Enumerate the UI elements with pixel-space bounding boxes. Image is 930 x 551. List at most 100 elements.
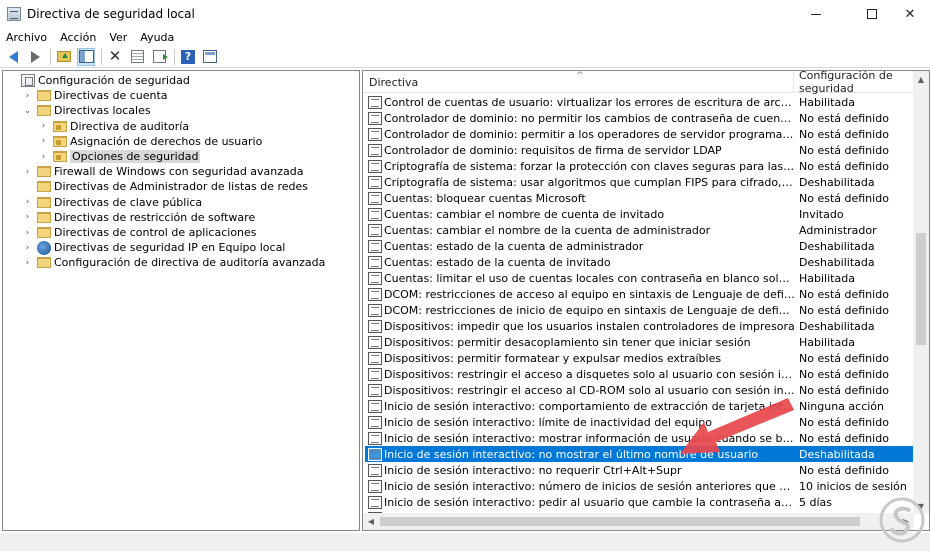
policy-name: Dispositivos: permitir formatear y expul… xyxy=(384,351,722,365)
table-row[interactable]: Inicio de sesión interactivo: no requeri… xyxy=(365,462,914,478)
properties-icon xyxy=(130,50,144,63)
scroll-right-icon[interactable]: ▶ xyxy=(898,513,914,530)
table-row[interactable]: Criptografía de sistema: usar algoritmos… xyxy=(365,174,914,190)
table-row[interactable]: Dispositivos: permitir desacoplamiento s… xyxy=(365,334,914,350)
policy-name: Controlador de dominio: no permitir los … xyxy=(384,111,795,125)
table-row[interactable]: Cuentas: limitar el uso de cuentas local… xyxy=(365,270,914,286)
table-row[interactable]: Inicio de sesión interactivo: número de … xyxy=(365,478,914,494)
table-row[interactable]: Inicio de sesión interactivo: comportami… xyxy=(365,398,914,414)
table-row[interactable]: Criptografía de sistema: forzar la prote… xyxy=(365,158,914,174)
policy-setting: No está definido xyxy=(799,383,889,397)
menu-ver[interactable]: Ver xyxy=(109,31,127,44)
help-button[interactable]: ? xyxy=(179,48,197,66)
table-row[interactable]: Cuentas: estado de la cuenta de administ… xyxy=(365,238,914,254)
chevron-right-icon[interactable]: › xyxy=(23,255,32,270)
table-row[interactable]: Dispositivos: restringir el acceso al CD… xyxy=(365,382,914,398)
close-button[interactable]: ✕ xyxy=(887,0,930,28)
tree-item[interactable]: › Directivas de control de aplicaciones xyxy=(23,225,257,240)
table-row[interactable]: Controlador de dominio: permitir a los o… xyxy=(365,126,914,142)
policy-name: Inicio de sesión interactivo: mostrar in… xyxy=(384,431,795,445)
policy-setting: No está definido xyxy=(799,431,889,445)
chevron-right-icon[interactable]: › xyxy=(23,225,32,240)
policy-name: Criptografía de sistema: forzar la prote… xyxy=(384,159,795,173)
table-row[interactable]: Inicio de sesión interactivo: no mostrar… xyxy=(365,446,914,462)
table-row[interactable]: Inicio de sesión interactivo: pedir al u… xyxy=(365,494,914,510)
tree-item[interactable]: › Opciones de seguridad xyxy=(39,149,201,164)
table-row[interactable]: DCOM: restricciones de acceso al equipo … xyxy=(365,286,914,302)
table-row[interactable]: Dispositivos: restringir el acceso a dis… xyxy=(365,366,914,382)
chevron-right-icon[interactable]: › xyxy=(39,119,48,134)
scroll-up-icon[interactable]: ▲ xyxy=(913,71,929,87)
chevron-right-icon[interactable]: › xyxy=(39,134,48,149)
delete-button[interactable]: ✕ xyxy=(106,48,124,66)
policy-icon xyxy=(368,431,382,445)
tree-item[interactable]: ⌄ Directivas locales xyxy=(23,103,151,118)
policy-name: Cuentas: estado de la cuenta de administ… xyxy=(384,239,644,253)
table-row[interactable]: Control de cuentas de usuario: virtualiz… xyxy=(365,94,914,110)
folder-icon xyxy=(37,181,51,193)
up-one-level-button[interactable] xyxy=(55,48,73,66)
horizontal-scroll-thumb[interactable] xyxy=(380,517,860,526)
policy-setting: Habilitada xyxy=(799,271,855,285)
chevron-right-icon[interactable]: › xyxy=(39,149,48,164)
horizontal-scrollbar[interactable]: ◀ ▶ xyxy=(363,513,914,530)
table-row[interactable]: Cuentas: estado de la cuenta de invitado… xyxy=(365,254,914,270)
policy-icon xyxy=(368,463,382,477)
tree-item[interactable]: › Directivas de clave pública xyxy=(23,195,203,210)
minimize-button[interactable] xyxy=(793,0,839,28)
properties-button[interactable] xyxy=(128,48,146,66)
policy-icon xyxy=(368,351,382,365)
menu-archivo[interactable]: Archivo xyxy=(6,31,47,44)
policy-name: Cuentas: cambiar el nombre de la cuenta … xyxy=(384,223,711,237)
export-list-icon xyxy=(152,50,168,63)
tree-item[interactable]: Directivas de Administrador de listas de… xyxy=(23,179,308,194)
tree-item[interactable]: › Directivas de seguridad IP en Equipo lo… xyxy=(23,240,285,255)
column-header-setting[interactable]: Configuración de seguridad xyxy=(794,71,914,95)
console-tree[interactable]: Configuración de seguridad › Directivas de… xyxy=(2,70,360,531)
tree-item[interactable]: › Directivas de restricción de software xyxy=(23,210,256,225)
tree-item[interactable]: › Directiva de auditoría xyxy=(39,119,189,134)
table-row[interactable]: Cuentas: bloquear cuentas Microsoft No es… xyxy=(365,190,914,206)
vertical-scrollbar[interactable]: ▲ ▼ xyxy=(913,71,929,514)
show-console-button[interactable] xyxy=(201,48,219,66)
tree-item-label: Directivas de restricción de software xyxy=(54,210,256,224)
scroll-left-icon[interactable]: ◀ xyxy=(363,513,379,530)
tree-item-label: Configuración de seguridad xyxy=(38,74,190,87)
policy-setting: No está definido xyxy=(799,287,889,301)
chevron-down-icon[interactable]: ⌄ xyxy=(23,103,32,118)
table-row[interactable]: DCOM: restricciones de inicio de equipo … xyxy=(365,302,914,318)
table-row[interactable]: Dispositivos: permitir formatear y expul… xyxy=(365,350,914,366)
table-row[interactable]: Cuentas: cambiar el nombre de cuenta de … xyxy=(365,206,914,222)
policy-name: Inicio de sesión interactivo: límite de … xyxy=(384,415,713,429)
console-icon xyxy=(203,50,217,63)
tree-item[interactable]: › Firewall de Windows con seguridad avanz… xyxy=(23,164,304,179)
tree-item-label: Directivas de Administrador de listas de… xyxy=(54,180,309,194)
show-hide-tree-button[interactable] xyxy=(77,47,95,66)
scroll-down-icon[interactable]: ▼ xyxy=(913,498,929,514)
chevron-right-icon[interactable]: › xyxy=(23,210,32,225)
menu-accion[interactable]: Acción xyxy=(60,31,96,44)
table-row[interactable]: Controlador de dominio: requisitos de fi… xyxy=(365,142,914,158)
chevron-right-icon[interactable]: › xyxy=(23,240,32,255)
policy-setting: Administrador xyxy=(799,223,877,237)
vertical-scroll-thumb[interactable] xyxy=(916,233,926,345)
chevron-right-icon[interactable]: › xyxy=(23,164,32,179)
column-header-policy[interactable]: Directiva xyxy=(363,71,794,93)
policy-list-pane: ^ Directiva Configuración de seguridad C… xyxy=(362,70,930,531)
table-row[interactable]: Dispositivos: impedir que los usuarios i… xyxy=(365,318,914,334)
export-list-button[interactable] xyxy=(150,48,168,66)
back-button[interactable] xyxy=(4,48,22,66)
tree-item[interactable]: Configuración de seguridad xyxy=(7,73,190,88)
table-row[interactable]: Controlador de dominio: no permitir los … xyxy=(365,110,914,126)
table-row[interactable]: Inicio de sesión interactivo: límite de … xyxy=(365,414,914,430)
tree-item[interactable]: › Configuración de directiva de auditoría… xyxy=(23,255,326,270)
table-row[interactable]: Inicio de sesión interactivo: mostrar in… xyxy=(365,430,914,446)
tree-item[interactable]: › Asignación de derechos de usuario xyxy=(39,134,263,149)
policy-icon xyxy=(368,495,382,509)
chevron-right-icon[interactable]: › xyxy=(23,88,32,103)
tree-item[interactable]: › Directivas de cuenta xyxy=(23,88,168,103)
chevron-right-icon[interactable]: › xyxy=(23,195,32,210)
forward-button[interactable] xyxy=(26,48,44,66)
menu-ayuda[interactable]: Ayuda xyxy=(140,31,174,44)
table-row[interactable]: Cuentas: cambiar el nombre de la cuenta … xyxy=(365,222,914,238)
